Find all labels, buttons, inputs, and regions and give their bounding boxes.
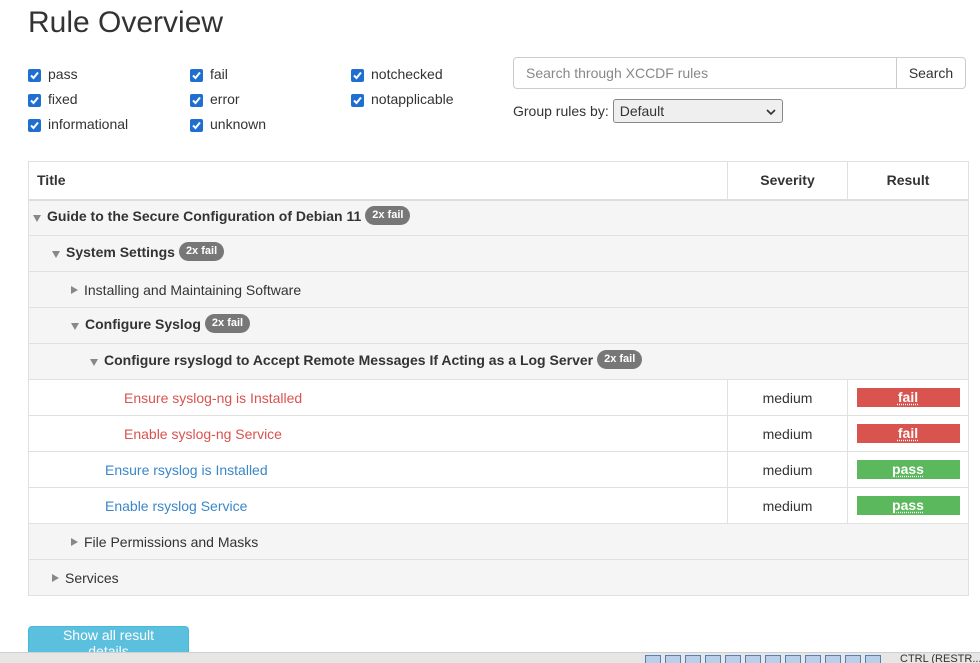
checkbox-checked-icon[interactable]	[28, 94, 41, 107]
group-title: File Permissions and Masks	[84, 534, 258, 550]
checkbox-checked-icon[interactable]	[351, 94, 364, 107]
filter-label: fail	[210, 66, 228, 82]
checkbox-checked-icon[interactable]	[28, 119, 41, 132]
severity-cell: medium	[728, 416, 848, 452]
chevron-down-icon	[766, 103, 776, 119]
column-severity[interactable]: Severity	[728, 162, 848, 200]
filter-fixed[interactable]: fixed	[28, 89, 188, 109]
search-group: Search	[513, 57, 966, 89]
rule-link[interactable]: Ensure rsyslog is Installed	[105, 462, 268, 478]
column-result[interactable]: Result	[848, 162, 969, 200]
fail-count-badge: 2x fail	[365, 206, 410, 225]
table-row-group[interactable]: Services	[29, 560, 969, 596]
caret-down-icon[interactable]	[33, 215, 41, 222]
filter-label: notapplicable	[371, 91, 454, 107]
table-row-group[interactable]: Guide to the Secure Configuration of Deb…	[29, 200, 969, 236]
group-rules-select[interactable]: Default	[613, 99, 783, 123]
filter-notchecked[interactable]: notchecked	[351, 64, 511, 84]
caret-right-icon[interactable]	[71, 538, 78, 546]
checkbox-checked-icon[interactable]	[28, 69, 41, 82]
table-row: Enable rsyslog Service medium pass	[29, 488, 969, 524]
caret-down-icon[interactable]	[90, 359, 98, 366]
rule-link[interactable]: Enable rsyslog Service	[105, 498, 247, 514]
caret-down-icon[interactable]	[71, 323, 79, 330]
filter-label: error	[210, 91, 240, 107]
filter-label: pass	[48, 66, 78, 82]
table-row-group[interactable]: Installing and Maintaining Software	[29, 272, 969, 308]
checkbox-checked-icon[interactable]	[190, 94, 203, 107]
filter-label: informational	[48, 116, 128, 132]
result-badge[interactable]: pass	[857, 460, 960, 479]
caret-right-icon[interactable]	[71, 286, 78, 294]
table-row-group[interactable]: Configure rsyslogd to Accept Remote Mess…	[29, 344, 969, 380]
rule-link[interactable]: Enable syslog-ng Service	[124, 426, 282, 442]
group-title: Guide to the Secure Configuration of Deb…	[47, 208, 361, 224]
rules-table: Title Severity Result Guide to the Secur…	[28, 161, 969, 596]
table-row: Enable syslog-ng Service medium fail	[29, 416, 969, 452]
checkbox-checked-icon[interactable]	[190, 69, 203, 82]
page-title: Rule Overview	[28, 6, 223, 40]
filter-notapplicable[interactable]: notapplicable	[351, 89, 511, 109]
caret-right-icon[interactable]	[52, 574, 59, 582]
checkbox-checked-icon[interactable]	[190, 119, 203, 132]
table-row: Ensure rsyslog is Installed medium pass	[29, 452, 969, 488]
filter-informational[interactable]: informational	[28, 114, 188, 134]
result-badge[interactable]: fail	[857, 424, 960, 443]
filter-pass[interactable]: pass	[28, 64, 188, 84]
search-input[interactable]	[514, 58, 896, 88]
group-title: System Settings	[66, 244, 175, 260]
filter-error[interactable]: error	[190, 89, 350, 109]
table-row: Ensure syslog-ng is Installed medium fai…	[29, 380, 969, 416]
group-rules-control: Group rules by: Default	[513, 99, 783, 123]
caret-down-icon[interactable]	[52, 251, 60, 258]
group-rules-label: Group rules by:	[513, 103, 609, 119]
group-title: Services	[65, 570, 119, 586]
table-row-group[interactable]: System Settings 2x fail	[29, 236, 969, 272]
filter-label: fixed	[48, 91, 78, 107]
status-bar: CTRL (RESTR...	[0, 652, 980, 663]
severity-cell: medium	[728, 380, 848, 416]
table-row-group[interactable]: File Permissions and Masks	[29, 524, 969, 560]
filter-label: unknown	[210, 116, 266, 132]
severity-cell: medium	[728, 452, 848, 488]
result-badge[interactable]: fail	[857, 388, 960, 407]
fail-count-badge: 2x fail	[597, 350, 642, 369]
fail-count-badge: 2x fail	[205, 314, 250, 333]
checkbox-checked-icon[interactable]	[351, 69, 364, 82]
fail-count-badge: 2x fail	[179, 242, 224, 261]
filter-fail[interactable]: fail	[190, 64, 350, 84]
search-button[interactable]: Search	[896, 58, 965, 88]
rule-link[interactable]: Ensure syslog-ng is Installed	[124, 390, 302, 406]
filter-label: notchecked	[371, 66, 443, 82]
column-title[interactable]: Title	[29, 162, 728, 200]
table-row-group[interactable]: Configure Syslog 2x fail	[29, 308, 969, 344]
table-header-row: Title Severity Result	[29, 162, 969, 200]
filter-unknown[interactable]: unknown	[190, 114, 350, 134]
group-title: Configure Syslog	[85, 316, 201, 332]
severity-cell: medium	[728, 488, 848, 524]
group-title: Configure rsyslogd to Accept Remote Mess…	[104, 352, 593, 368]
group-title: Installing and Maintaining Software	[84, 282, 301, 298]
result-badge[interactable]: pass	[857, 496, 960, 515]
group-rules-selected: Default	[620, 103, 664, 119]
